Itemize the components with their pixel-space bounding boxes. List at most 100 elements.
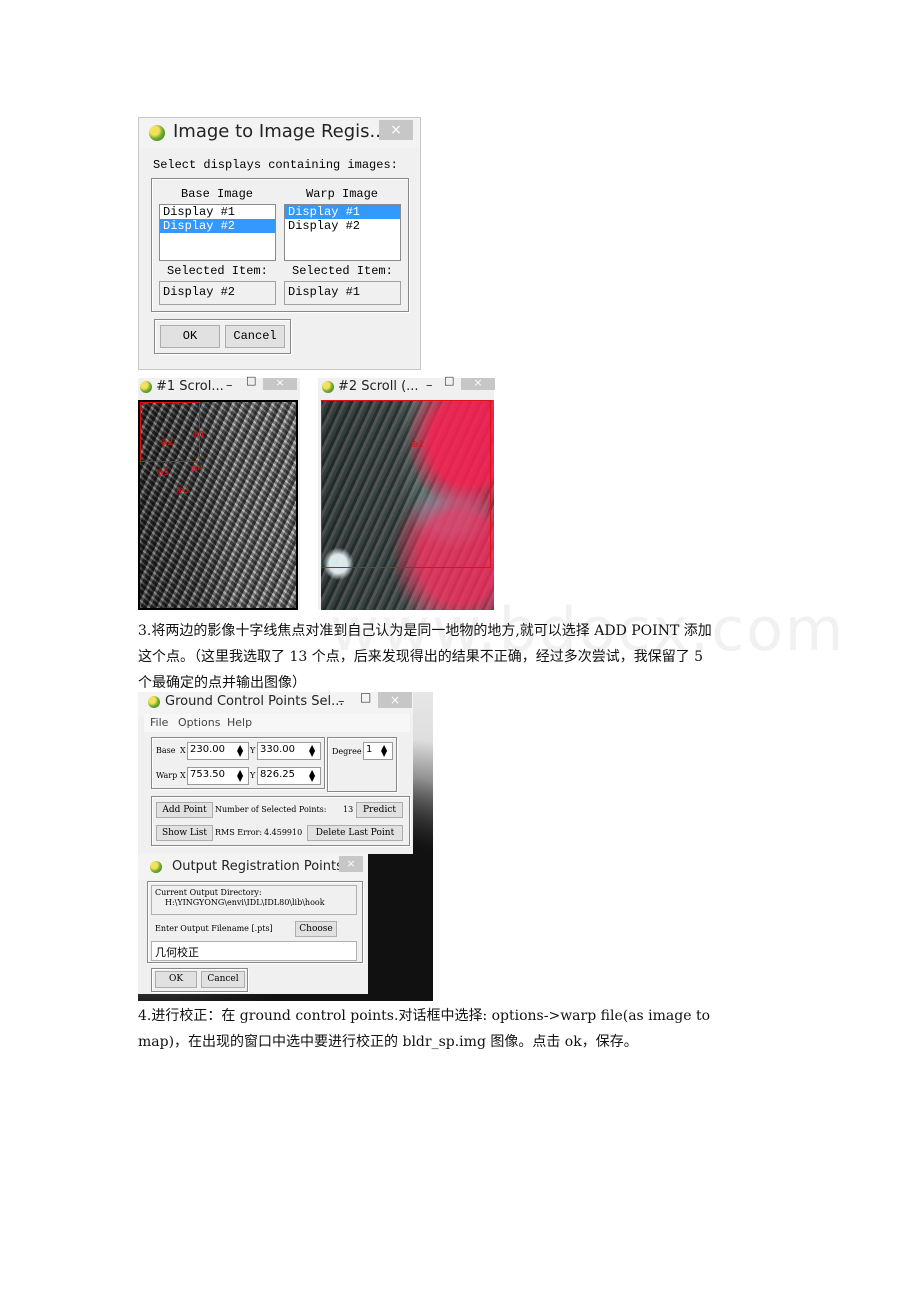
- select-displays-prompt: Select displays containing images:: [153, 158, 398, 172]
- filename-label: Enter Output Filename [.pts]: [155, 924, 273, 933]
- menu-options[interactable]: Options: [178, 716, 220, 729]
- filename-input[interactable]: 几何校正: [151, 941, 357, 961]
- delete-last-point-button[interactable]: Delete Last Point: [307, 825, 403, 841]
- base-image-header: Base Image: [181, 187, 254, 201]
- minimize-icon[interactable]: –: [226, 378, 233, 393]
- false-color-satellite-image[interactable]: ⊕2: [321, 400, 494, 610]
- grayscale-satellite-image[interactable]: ⊕1 ⊕2 ⊕3 ⊕4 ⊕5: [138, 400, 298, 610]
- base-selected-value: Display #2: [159, 281, 276, 305]
- warp-selected-value: Display #1: [284, 281, 401, 305]
- gcp-marker[interactable]: ⊕2: [411, 440, 424, 450]
- degree-label: Degree: [332, 747, 362, 756]
- title-bar[interactable]: Output Registration Points ×: [138, 854, 368, 880]
- warp-y-input[interactable]: 826.25 ▲ ▼: [257, 767, 321, 785]
- dialog-title: Ground Control Points Sel...: [165, 694, 344, 709]
- list-item[interactable]: Display #1: [160, 205, 275, 219]
- ok-button[interactable]: OK: [155, 971, 197, 988]
- step3-paragraph: 3.将两边的影像十字线焦点对准到自己认为是同一地物的地方,就可以选择 ADD P…: [138, 618, 798, 696]
- choose-button[interactable]: Choose: [295, 921, 337, 937]
- list-item[interactable]: Display #2: [285, 219, 400, 233]
- menu-help[interactable]: Help: [227, 716, 252, 729]
- add-point-button[interactable]: Add Point: [156, 802, 213, 818]
- base-y-input[interactable]: 330.00 ▲ ▼: [257, 742, 321, 760]
- directory-value: H:\YINGYONG\envi\IDL\IDL80\lib\hook: [165, 898, 325, 907]
- cancel-button[interactable]: Cancel: [225, 325, 285, 348]
- maximize-icon[interactable]: □: [246, 374, 256, 387]
- warp-x-label: X: [180, 771, 186, 780]
- list-item-selected[interactable]: Display #1: [285, 205, 400, 219]
- spin-arrows-icon[interactable]: ▲ ▼: [309, 744, 318, 758]
- close-icon[interactable]: ×: [379, 120, 413, 140]
- num-points-label: Number of Selected Points:: [215, 805, 327, 814]
- maximize-icon[interactable]: □: [444, 374, 454, 387]
- close-icon[interactable]: ×: [339, 856, 363, 872]
- envi-app-icon: [150, 861, 162, 873]
- warp-label: Warp: [156, 771, 178, 780]
- warp-image-list[interactable]: Display #1 Display #2: [284, 204, 401, 261]
- gcp-selection-dialog: Ground Control Points Sel... – □ × File …: [138, 690, 413, 854]
- directory-label: Current Output Directory:: [155, 888, 262, 897]
- paragraph-line: 4.进行校正：在 ground control points.对话框中选择: o…: [138, 1008, 711, 1024]
- envi-app-icon: [322, 381, 334, 393]
- dialog-title: Image to Image Regis...: [173, 121, 387, 142]
- output-registration-dialog: Output Registration Points × Current Out…: [138, 854, 368, 994]
- envi-app-icon: [149, 125, 165, 141]
- warp-selected-label: Selected Item:: [292, 264, 393, 278]
- spin-arrows-icon[interactable]: ▲ ▼: [309, 769, 318, 783]
- minimize-icon[interactable]: –: [426, 378, 433, 393]
- gcp-marker[interactable]: ⊕2: [160, 438, 173, 448]
- menu-bar: File Options Help: [144, 714, 410, 732]
- ok-button[interactable]: OK: [160, 325, 220, 348]
- spin-arrows-icon[interactable]: ▲ ▼: [381, 744, 390, 758]
- warp-y-value: 826.25: [260, 769, 295, 780]
- zoom-box[interactable]: [140, 402, 200, 462]
- rms-value: 4.459910: [264, 828, 303, 837]
- warp-x-input[interactable]: 753.50 ▲ ▼: [187, 767, 249, 785]
- window-title: #2 Scroll (...: [338, 379, 419, 394]
- gcp-marker[interactable]: ⊕1: [192, 430, 205, 440]
- degree-input[interactable]: 1 ▲ ▼: [363, 742, 393, 760]
- show-list-button[interactable]: Show List: [156, 825, 213, 841]
- envi-app-icon: [148, 696, 160, 708]
- window-title: #1 Scrol...: [156, 379, 224, 394]
- scroll-window-1: #1 Scrol... – □ × ⊕1 ⊕2 ⊕3 ⊕4 ⊕5: [138, 374, 300, 610]
- title-bar[interactable]: Ground Control Points Sel... – □ ×: [138, 690, 413, 716]
- list-item-selected[interactable]: Display #2: [160, 219, 275, 233]
- base-y-label: Y: [250, 746, 256, 755]
- image-registration-dialog: Image to Image Regis... × Select display…: [138, 117, 421, 370]
- warp-image-header: Warp Image: [306, 187, 379, 201]
- warp-x-value: 753.50: [190, 769, 225, 780]
- degree-value: 1: [366, 744, 373, 755]
- dialog-title: Output Registration Points: [172, 859, 343, 874]
- paragraph-line: 3.将两边的影像十字线焦点对准到自己认为是同一地物的地方,就可以选择 ADD P…: [138, 623, 712, 639]
- cancel-button[interactable]: Cancel: [201, 971, 245, 988]
- zoom-box[interactable]: [321, 400, 491, 568]
- gcp-marker[interactable]: ⊕4: [190, 464, 203, 474]
- paragraph-line: 这个点。（这里我选取了 13 个点，后来发现得出的结果不正确，经过多次尝试，我保…: [138, 649, 704, 665]
- menu-file[interactable]: File: [150, 716, 168, 729]
- scroll-window-2: #2 Scroll (... – □ × ⊕2: [318, 374, 495, 610]
- close-icon[interactable]: ×: [378, 692, 412, 708]
- filename-value: 几何校正: [155, 946, 199, 959]
- maximize-icon[interactable]: □: [360, 690, 371, 704]
- num-points-value: 13: [343, 805, 354, 814]
- base-x-label: X: [180, 746, 186, 755]
- base-image-list[interactable]: Display #1 Display #2: [159, 204, 276, 261]
- base-selected-label: Selected Item:: [167, 264, 268, 278]
- step4-paragraph: 4.进行校正：在 ground control points.对话框中选择: o…: [138, 1003, 808, 1055]
- paragraph-line: map)，在出现的窗口中选中要进行校正的 bldr_sp.img 图像。点击 o…: [138, 1034, 638, 1050]
- gcp-marker[interactable]: ⊕3: [176, 486, 189, 496]
- base-y-value: 330.00: [260, 744, 295, 755]
- rms-label: RMS Error:: [215, 828, 263, 837]
- close-icon[interactable]: ×: [461, 377, 495, 390]
- spin-arrows-icon[interactable]: ▲ ▼: [237, 744, 246, 758]
- base-label: Base: [156, 746, 176, 755]
- spin-arrows-icon[interactable]: ▲ ▼: [237, 769, 246, 783]
- minimize-icon[interactable]: –: [338, 694, 345, 709]
- warp-y-label: Y: [250, 771, 256, 780]
- base-x-input[interactable]: 230.00 ▲ ▼: [187, 742, 249, 760]
- predict-button[interactable]: Predict: [356, 802, 403, 818]
- title-bar[interactable]: Image to Image Regis... ×: [139, 118, 420, 148]
- gcp-marker[interactable]: ⊕5: [156, 468, 169, 478]
- close-icon[interactable]: ×: [263, 377, 297, 390]
